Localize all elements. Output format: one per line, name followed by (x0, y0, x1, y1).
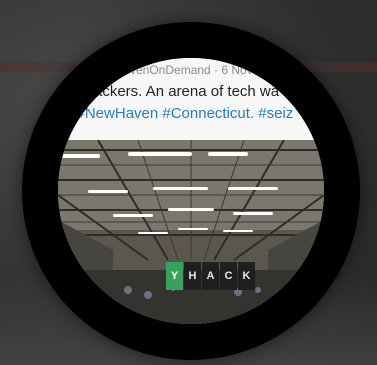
magnified-view: venOnDemand · 6 Nov ackers. An arena of … (58, 58, 324, 324)
banner-letter: K (238, 262, 255, 290)
tweet-meta: venOnDemand · 6 Nov (130, 63, 253, 77)
tweet-text: ackers. An arena of tech wa (94, 83, 280, 100)
magnifier-lens: venOnDemand · 6 Nov ackers. An arena of … (22, 22, 360, 360)
arena-photo: Y H A C K (58, 140, 324, 324)
arena-ceiling-illustration (58, 140, 324, 324)
banner-letter: C (220, 262, 237, 290)
banner-letter: H (184, 262, 201, 290)
banner-letter: A (202, 262, 219, 290)
yhack-logo-icon: Y (166, 262, 183, 290)
yhack-banner: Y H A C K (166, 262, 256, 290)
tweet-card: venOnDemand · 6 Nov ackers. An arena of … (58, 58, 324, 140)
tweet-hashtags[interactable]: g #NewHaven #Connecticut. #seiz (64, 105, 293, 122)
